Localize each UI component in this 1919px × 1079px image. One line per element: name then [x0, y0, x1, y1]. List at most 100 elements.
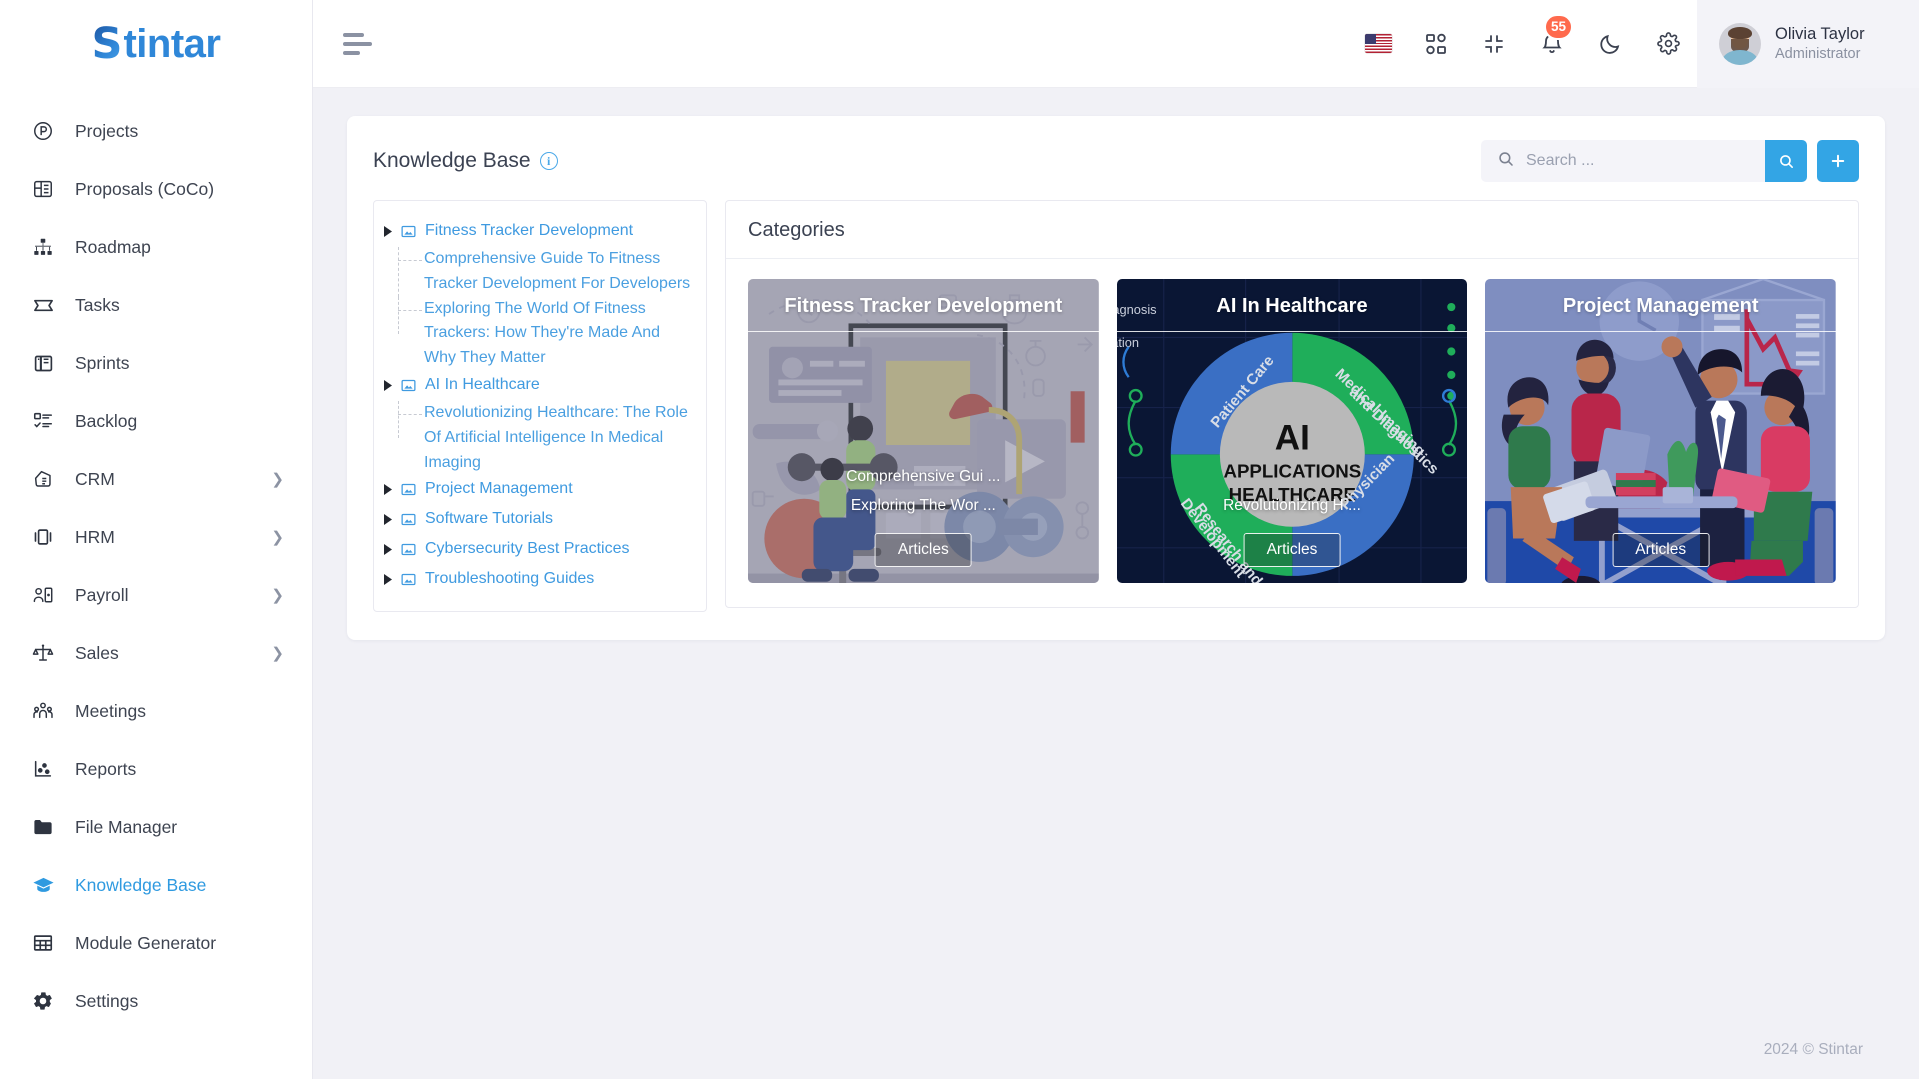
sidebar-item-reports[interactable]: Reports: [0, 740, 312, 798]
categories-card: Categories Fitness Tracker Development Co…: [725, 200, 1859, 608]
sidebar-item-label: Tasks: [75, 294, 120, 315]
knowledge-tree: Fitness Tracker Development Comprehensive…: [373, 200, 707, 613]
card-divider: [1116, 331, 1468, 332]
sidebar-item-knowledge-base[interactable]: Knowledge Base: [0, 856, 312, 914]
category-card[interactable]: Project Management Articles: [1485, 279, 1837, 583]
topbar: 55 Olivia Taylor Administrator: [313, 0, 1919, 88]
sidebar-item-roadmap[interactable]: Roadmap: [0, 218, 312, 276]
gear-icon: [30, 988, 56, 1014]
sidebar-item-label: Knowledge Base: [75, 874, 207, 895]
panel-body: Fitness Tracker Development Comprehensive…: [347, 200, 1885, 613]
info-icon[interactable]: i: [539, 152, 558, 170]
sidebar-item-label: Meetings: [75, 700, 147, 721]
sidebar: Stintar Projects Proposals (CoCo) Roadmap T…: [0, 0, 313, 1079]
sidebar-item-settings[interactable]: Settings: [0, 972, 312, 1030]
hamburger-icon[interactable]: [335, 21, 381, 67]
avatar: [1719, 22, 1761, 65]
tree-node-label[interactable]: Cybersecurity Best Practices: [425, 537, 630, 562]
page-title: Knowledge Base: [373, 149, 531, 172]
category-articles-button[interactable]: Articles: [1612, 533, 1710, 567]
us-flag-icon[interactable]: [1349, 0, 1407, 88]
tree-child-label[interactable]: Exploring The World Of Fitness Trackers:…: [424, 297, 694, 371]
search-button[interactable]: [1765, 140, 1807, 182]
tree-node-root[interactable]: Cybersecurity Best Practices: [384, 535, 694, 565]
sidebar-item-proposals-coco[interactable]: Proposals (CoCo): [0, 160, 312, 218]
tree-child-label[interactable]: Revolutionizing Healthcare: The Role Of …: [424, 401, 694, 475]
chevron-right-icon[interactable]: ❯: [271, 530, 284, 545]
brand-name: tintar: [123, 21, 221, 66]
copyright: 2024 © Stintar: [1763, 1041, 1863, 1058]
sidebar-item-label: Roadmap: [75, 236, 151, 257]
compress-icon[interactable]: [1465, 0, 1523, 88]
add-article-button[interactable]: [1817, 140, 1859, 182]
search-box[interactable]: [1481, 140, 1765, 182]
tree-caret-icon[interactable]: [384, 373, 400, 391]
category-article-link[interactable]: Exploring The Wor ...: [748, 491, 1099, 521]
sidebar-item-backlog[interactable]: Backlog: [0, 392, 312, 450]
sidebar-item-sprints[interactable]: Sprints: [0, 334, 312, 392]
category-articles-button[interactable]: Articles: [1243, 533, 1341, 567]
tree-caret-icon[interactable]: [384, 219, 400, 237]
tree-node-root[interactable]: Software Tutorials: [384, 505, 694, 535]
article-image-icon: [400, 567, 418, 593]
chevron-right-icon[interactable]: ❯: [271, 472, 284, 487]
apps-grid-icon[interactable]: [1407, 0, 1465, 88]
tree-node-label[interactable]: Software Tutorials: [425, 507, 553, 532]
sidebar-item-file-manager[interactable]: File Manager: [0, 798, 312, 856]
sidebar-item-meetings[interactable]: Meetings: [0, 682, 312, 740]
tree-node-label[interactable]: Troubleshooting Guides: [425, 567, 594, 592]
tree-node-root[interactable]: Project Management: [384, 475, 694, 505]
search-input[interactable]: [1526, 152, 1753, 170]
sidebar-item-module-generator[interactable]: Module Generator: [0, 914, 312, 972]
tree-connector: [384, 400, 424, 475]
user-profile[interactable]: Olivia Taylor Administrator: [1697, 0, 1919, 88]
category-title: Project Management: [1562, 295, 1759, 317]
chevron-right-icon[interactable]: ❯: [271, 646, 284, 661]
category-title: AI In Healthcare: [1216, 295, 1368, 317]
search-group: [1481, 140, 1807, 182]
tree-child-label[interactable]: Comprehensive Guide To Fitness Tracker D…: [424, 247, 694, 297]
category-article-link[interactable]: Revolutionizing H ...: [1117, 491, 1468, 521]
brand-logo[interactable]: Stintar: [0, 0, 312, 88]
notifications-bell-icon[interactable]: 55: [1523, 0, 1581, 88]
people-group-icon: [30, 698, 56, 724]
tree-caret-icon[interactable]: [384, 477, 400, 496]
notification-badge: 55: [1543, 13, 1573, 40]
tree-node-label[interactable]: Project Management: [425, 477, 573, 502]
roadmap-hierarchy-icon: [30, 234, 56, 260]
article-image-icon: [400, 537, 418, 563]
panel-header-actions: [1481, 140, 1859, 182]
moon-icon[interactable]: [1581, 0, 1639, 88]
tree-node-root[interactable]: AI In Healthcare: [384, 371, 694, 401]
category-card[interactable]: Fitness Tracker Development Comprehensive…: [748, 279, 1099, 583]
sidebar-item-label: Settings: [75, 990, 139, 1011]
chevron-right-icon[interactable]: ❯: [271, 588, 284, 603]
tree-caret-icon[interactable]: [384, 537, 400, 556]
sidebar-item-hrm[interactable]: HRM ❯: [0, 508, 312, 566]
tree-node-label[interactable]: AI In Healthcare: [425, 373, 540, 398]
knowledge-base-panel: Knowledge Base i Search ... Fitness Trac…: [347, 116, 1885, 641]
category-articles-button[interactable]: Articles: [874, 533, 972, 567]
sidebar-item-projects[interactable]: Projects: [0, 102, 312, 160]
tree-node-label[interactable]: Fitness Tracker Development: [425, 219, 633, 244]
tree-caret-icon[interactable]: [384, 507, 400, 526]
sidebar-item-crm[interactable]: CRM ❯: [0, 450, 312, 508]
settings-gear-icon[interactable]: [1639, 0, 1697, 88]
category-article-link[interactable]: Comprehensive Gui ...: [748, 462, 1099, 492]
sidebar-item-label: Sales: [75, 642, 119, 663]
tree-node-child[interactable]: Exploring The World Of Fitness Trackers:…: [384, 296, 694, 371]
tree-node-root[interactable]: Fitness Tracker Development: [384, 217, 694, 247]
sidebar-item-sales[interactable]: Sales ❯: [0, 624, 312, 682]
article-image-icon: [400, 219, 418, 245]
tree-node-child[interactable]: Comprehensive Guide To Fitness Tracker D…: [384, 247, 694, 297]
sidebar-item-tasks[interactable]: Tasks: [0, 276, 312, 334]
sidebar-item-payroll[interactable]: Payroll ❯: [0, 566, 312, 624]
category-links: Revolutionizing H ...: [1117, 491, 1468, 521]
category-card[interactable]: AI APPLICATIONS HEALTHCARE Patient Care Medi…: [1116, 279, 1468, 583]
tree-node-child[interactable]: Revolutionizing Healthcare: The Role Of …: [384, 400, 694, 475]
tree-caret-icon[interactable]: [384, 567, 400, 586]
tree-node-root[interactable]: Troubleshooting Guides: [384, 565, 694, 595]
proposal-icon: [30, 176, 56, 202]
topbar-actions: 55 Olivia Taylor Administrator: [1349, 0, 1919, 88]
sidebar-item-label: Reports: [75, 758, 137, 779]
